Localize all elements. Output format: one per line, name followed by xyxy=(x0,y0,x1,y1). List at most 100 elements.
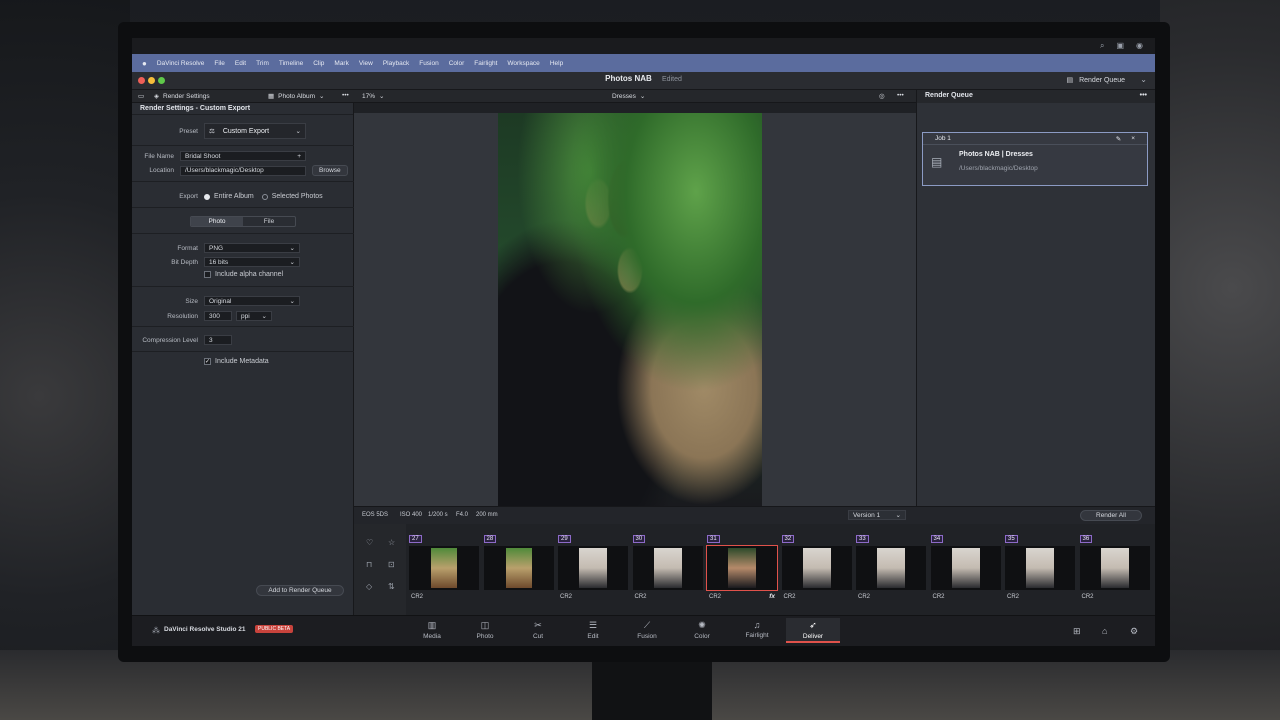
menu-workspace[interactable]: Workspace xyxy=(507,60,539,67)
menu-clip[interactable]: Clip xyxy=(313,60,324,67)
close-icon[interactable]: × xyxy=(1131,135,1135,142)
export-label: Export xyxy=(179,193,198,200)
edit-icon[interactable]: ✎ xyxy=(1116,135,1121,143)
search-icon[interactable]: ⌕ xyxy=(1100,41,1104,51)
size-dropdown[interactable]: Original ⌄ xyxy=(204,296,300,306)
bookmark-icon[interactable]: ⊓ xyxy=(366,560,372,569)
page-cut[interactable]: ✂ Cut xyxy=(511,620,565,640)
page-deliver[interactable]: ➶ Deliver xyxy=(786,618,840,643)
add-to-render-queue-button[interactable]: Add to Render Queue xyxy=(256,585,344,596)
tab-file[interactable]: File xyxy=(243,217,295,226)
chevron-down-icon: ⌄ xyxy=(639,93,646,100)
zoom-dropdown[interactable]: 17% ⌄ xyxy=(362,92,384,101)
album-dropdown[interactable]: Dresses ⌄ xyxy=(612,92,646,101)
render-queue-header: Render Queue ••• xyxy=(917,90,1155,103)
file-format: CR2 xyxy=(709,594,722,600)
filmstrip-thumbnail[interactable]: 30 CR2 xyxy=(632,535,703,600)
more-options-icon[interactable]: ••• xyxy=(897,92,904,99)
page-bar: ⁂ DaVinci Resolve Studio 21 PUBLIC BETA … xyxy=(132,615,1155,646)
tag-icon[interactable]: ◇ xyxy=(366,582,372,591)
settings-gear-icon[interactable]: ⚙ xyxy=(1130,626,1138,637)
filmstrip-thumbnail[interactable]: 27 CR2 xyxy=(409,535,479,600)
filmstrip-thumbnail[interactable]: 28 xyxy=(483,535,554,590)
page-photo[interactable]: ◫ Photo xyxy=(458,620,512,640)
version-dropdown[interactable]: Version 1 ⌄ xyxy=(848,510,906,520)
more-options-icon[interactable]: ••• xyxy=(1140,92,1147,99)
alpha-checkbox[interactable] xyxy=(204,271,211,278)
filmstrip-thumbnail[interactable]: 32 CR2 xyxy=(781,535,852,600)
filmstrip-thumbnail[interactable]: 34 CR2 xyxy=(930,535,1001,600)
menu-fusion[interactable]: Fusion xyxy=(419,60,439,67)
page-edit[interactable]: ☰ Edit xyxy=(566,620,620,640)
photo-album-tab[interactable]: ▦ Photo Album ⌄ xyxy=(268,92,325,101)
filmstrip-thumbnail[interactable]: 33 CR2 xyxy=(856,535,926,600)
menu-fairlight[interactable]: Fairlight xyxy=(474,60,497,67)
filmstrip-thumbnail[interactable]: 31 CR2 fx xyxy=(706,535,778,600)
format-dropdown[interactable]: PNG ⌄ xyxy=(204,243,300,253)
star-icon[interactable]: ☆ xyxy=(388,538,395,547)
expand-icon[interactable]: ⌄ xyxy=(1140,75,1147,84)
menu-trim[interactable]: Trim xyxy=(256,60,269,67)
monitor-icon[interactable]: ▭ xyxy=(138,92,144,100)
file-name-field[interactable]: Bridal Shoot + xyxy=(180,151,306,161)
project-manager-icon[interactable]: ⊞ xyxy=(1073,626,1081,637)
background-left xyxy=(0,0,130,720)
page-media[interactable]: ▥ Media xyxy=(405,620,459,640)
size-label: Size xyxy=(185,297,198,305)
tab-photo[interactable]: Photo xyxy=(191,217,243,226)
page-photo-label: Photo xyxy=(476,633,494,640)
filmstrip-thumbnail[interactable]: 29 CR2 xyxy=(558,535,628,600)
resolution-unit-dropdown[interactable]: ppi ⌄ xyxy=(236,311,272,321)
color-wheel-icon[interactable]: ◎ xyxy=(879,92,885,100)
browse-button[interactable]: Browse xyxy=(312,165,348,176)
selected-photos-radio[interactable] xyxy=(261,193,268,200)
user-icon[interactable]: ◉ xyxy=(1136,41,1143,51)
preset-dropdown[interactable]: ⚖ Custom Export ⌄ xyxy=(204,123,306,139)
menu-view[interactable]: View xyxy=(359,60,373,67)
page-fusion[interactable]: ⟋ Fusion xyxy=(620,620,674,640)
page-fairlight[interactable]: ♫ Fairlight xyxy=(730,620,784,639)
shutter-value: 1/200 s xyxy=(428,512,448,518)
render-all-button[interactable]: Render All xyxy=(1080,510,1142,521)
thumbnail-image xyxy=(579,548,607,588)
sort-icon[interactable]: ⇅ xyxy=(388,582,395,591)
apple-icon[interactable]: ● xyxy=(142,59,147,68)
location-row: Location /Users/blackmagic/Desktop Brows… xyxy=(132,165,354,176)
chevron-down-icon: ⌄ xyxy=(319,93,325,100)
file-format: CR2 xyxy=(932,594,945,600)
divider xyxy=(132,351,354,352)
control-center-icon[interactable]: ▣ xyxy=(1116,41,1124,51)
add-icon[interactable]: + xyxy=(297,153,301,160)
menu-color[interactable]: Color xyxy=(449,60,465,67)
thumbnail-image xyxy=(505,548,532,588)
project-name: Photos NAB xyxy=(605,74,652,83)
render-queue-toggle[interactable]: ▤ Render Queue xyxy=(1066,76,1125,85)
entire-album-radio[interactable] xyxy=(204,193,210,200)
filmstrip-thumbnail[interactable]: 35 CR2 xyxy=(1005,535,1075,600)
lock-icon[interactable]: ⊡ xyxy=(388,560,395,569)
menu-mark[interactable]: Mark xyxy=(334,60,348,67)
compression-field[interactable]: 3 xyxy=(204,335,232,345)
file-name-value: Bridal Shoot xyxy=(185,152,221,160)
heart-icon[interactable]: ♡ xyxy=(366,538,373,547)
bit-depth-value: 16 bits xyxy=(209,258,229,266)
menu-help[interactable]: Help xyxy=(550,60,563,67)
filmstrip-thumbnail[interactable]: 36 CR2 xyxy=(1079,535,1150,600)
album-name: Dresses xyxy=(612,92,636,100)
menu-playback[interactable]: Playback xyxy=(383,60,409,67)
menu-edit[interactable]: Edit xyxy=(235,60,246,67)
home-icon[interactable]: ⌂ xyxy=(1102,626,1107,636)
render-job[interactable]: Job 1 × ✎ ▤ Photos NAB | Dresses /Users/… xyxy=(922,132,1148,186)
photo-file-tabs: Photo File xyxy=(132,216,354,227)
album-icon: ▦ xyxy=(268,93,275,100)
resolution-field[interactable]: 300 xyxy=(204,311,232,321)
location-field[interactable]: /Users/blackmagic/Desktop xyxy=(180,165,306,176)
menu-timeline[interactable]: Timeline xyxy=(279,60,303,67)
bit-depth-dropdown[interactable]: 16 bits ⌄ xyxy=(204,257,300,267)
more-options-icon[interactable]: ••• xyxy=(342,92,349,99)
page-color[interactable]: ✺ Color xyxy=(675,620,729,640)
menu-file[interactable]: File xyxy=(214,60,224,67)
menu-app[interactable]: DaVinci Resolve xyxy=(157,60,205,67)
render-settings-tab[interactable]: ◈ Render Settings xyxy=(154,92,210,101)
metadata-checkbox[interactable]: ✓ xyxy=(204,358,211,365)
